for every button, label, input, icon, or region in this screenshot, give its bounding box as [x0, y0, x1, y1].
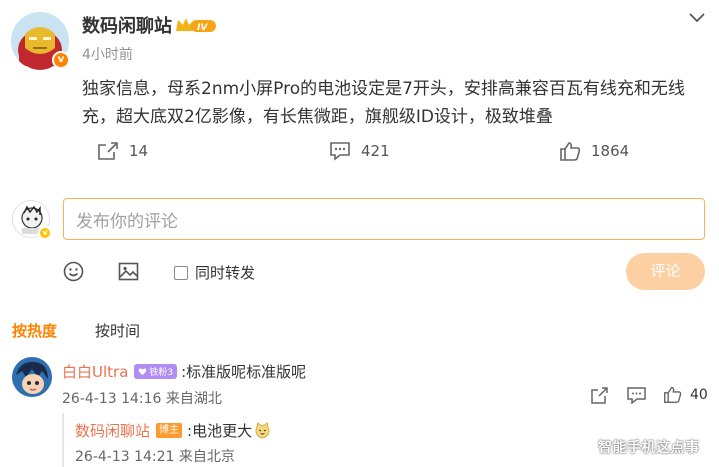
post-author-name[interactable]: 数码闲聊站 [82, 12, 172, 38]
fan-badge-label: 铁粉3 [149, 368, 174, 378]
thumbs-up-icon [560, 142, 581, 161]
user-level-badge-icon: v [38, 226, 52, 240]
comment-count: 421 [361, 142, 390, 160]
reply-author-name[interactable]: 数码闲聊站 [75, 420, 150, 441]
like-count: 1864 [591, 142, 630, 160]
repost-also-checkbox[interactable]: 同时转发 [174, 262, 255, 283]
post-time[interactable]: 4小时前 [82, 44, 133, 64]
checkbox-box[interactable] [174, 265, 188, 280]
watermark-text: 智能手机这点事 [598, 440, 700, 456]
comment-like-count: 40 [690, 386, 708, 403]
repost-button[interactable]: 14 [97, 139, 148, 163]
tab-sort-time[interactable]: 按时间 [95, 320, 140, 341]
tab-sort-hot[interactable]: 按热度 [12, 320, 57, 341]
cat-emoji-icon [255, 422, 270, 439]
vip-crown-badge[interactable]: IV [175, 15, 217, 35]
comment-share-icon[interactable] [590, 386, 609, 405]
repost-icon [98, 142, 118, 160]
verified-badge-icon: v [52, 51, 70, 69]
repost-also-label: 同时转发 [195, 264, 256, 282]
reply-line: 数码闲聊站 博主 :电池更大 [75, 420, 271, 441]
submit-comment-button[interactable]: 评论 [626, 253, 705, 290]
comment-text: :标准版呢标准版呢 [181, 363, 307, 381]
comment-icon [330, 142, 350, 161]
comment-meta: 26-4-13 14:16 来自湖北 [62, 391, 222, 407]
comment-line: 白白Ultra 铁粉3 :标准版呢标准版呢 [62, 361, 306, 382]
commenter-name[interactable]: 白白Ultra [62, 361, 128, 382]
comment-input[interactable]: 发布你的评论 [63, 198, 705, 240]
reply-text: :电池更大 [187, 422, 253, 440]
thumbs-up-icon [664, 386, 682, 403]
post-body-text: 独家信息，母系2nm小屏Pro的电池设定是7开头，安排高兼容百瓦有线充和无线充，… [82, 79, 685, 127]
chevron-down-icon[interactable] [688, 10, 706, 24]
like-button[interactable]: 1864 [559, 139, 629, 163]
vip-level-label: IV [197, 23, 208, 33]
comment-like-button[interactable]: 40 [663, 385, 708, 404]
comment-button[interactable]: 421 [329, 139, 390, 163]
heart-icon [139, 368, 147, 376]
fan-level-badge[interactable]: 铁粉3 [134, 364, 178, 379]
emoji-icon[interactable] [63, 261, 84, 282]
comment-reply-icon[interactable] [627, 387, 646, 405]
reply-meta: 26-4-13 14:21 来自北京 [75, 449, 235, 465]
image-icon[interactable] [118, 261, 139, 282]
repost-count: 14 [129, 142, 149, 160]
host-badge: 博主 [156, 423, 183, 438]
commenter-avatar[interactable] [12, 357, 52, 397]
